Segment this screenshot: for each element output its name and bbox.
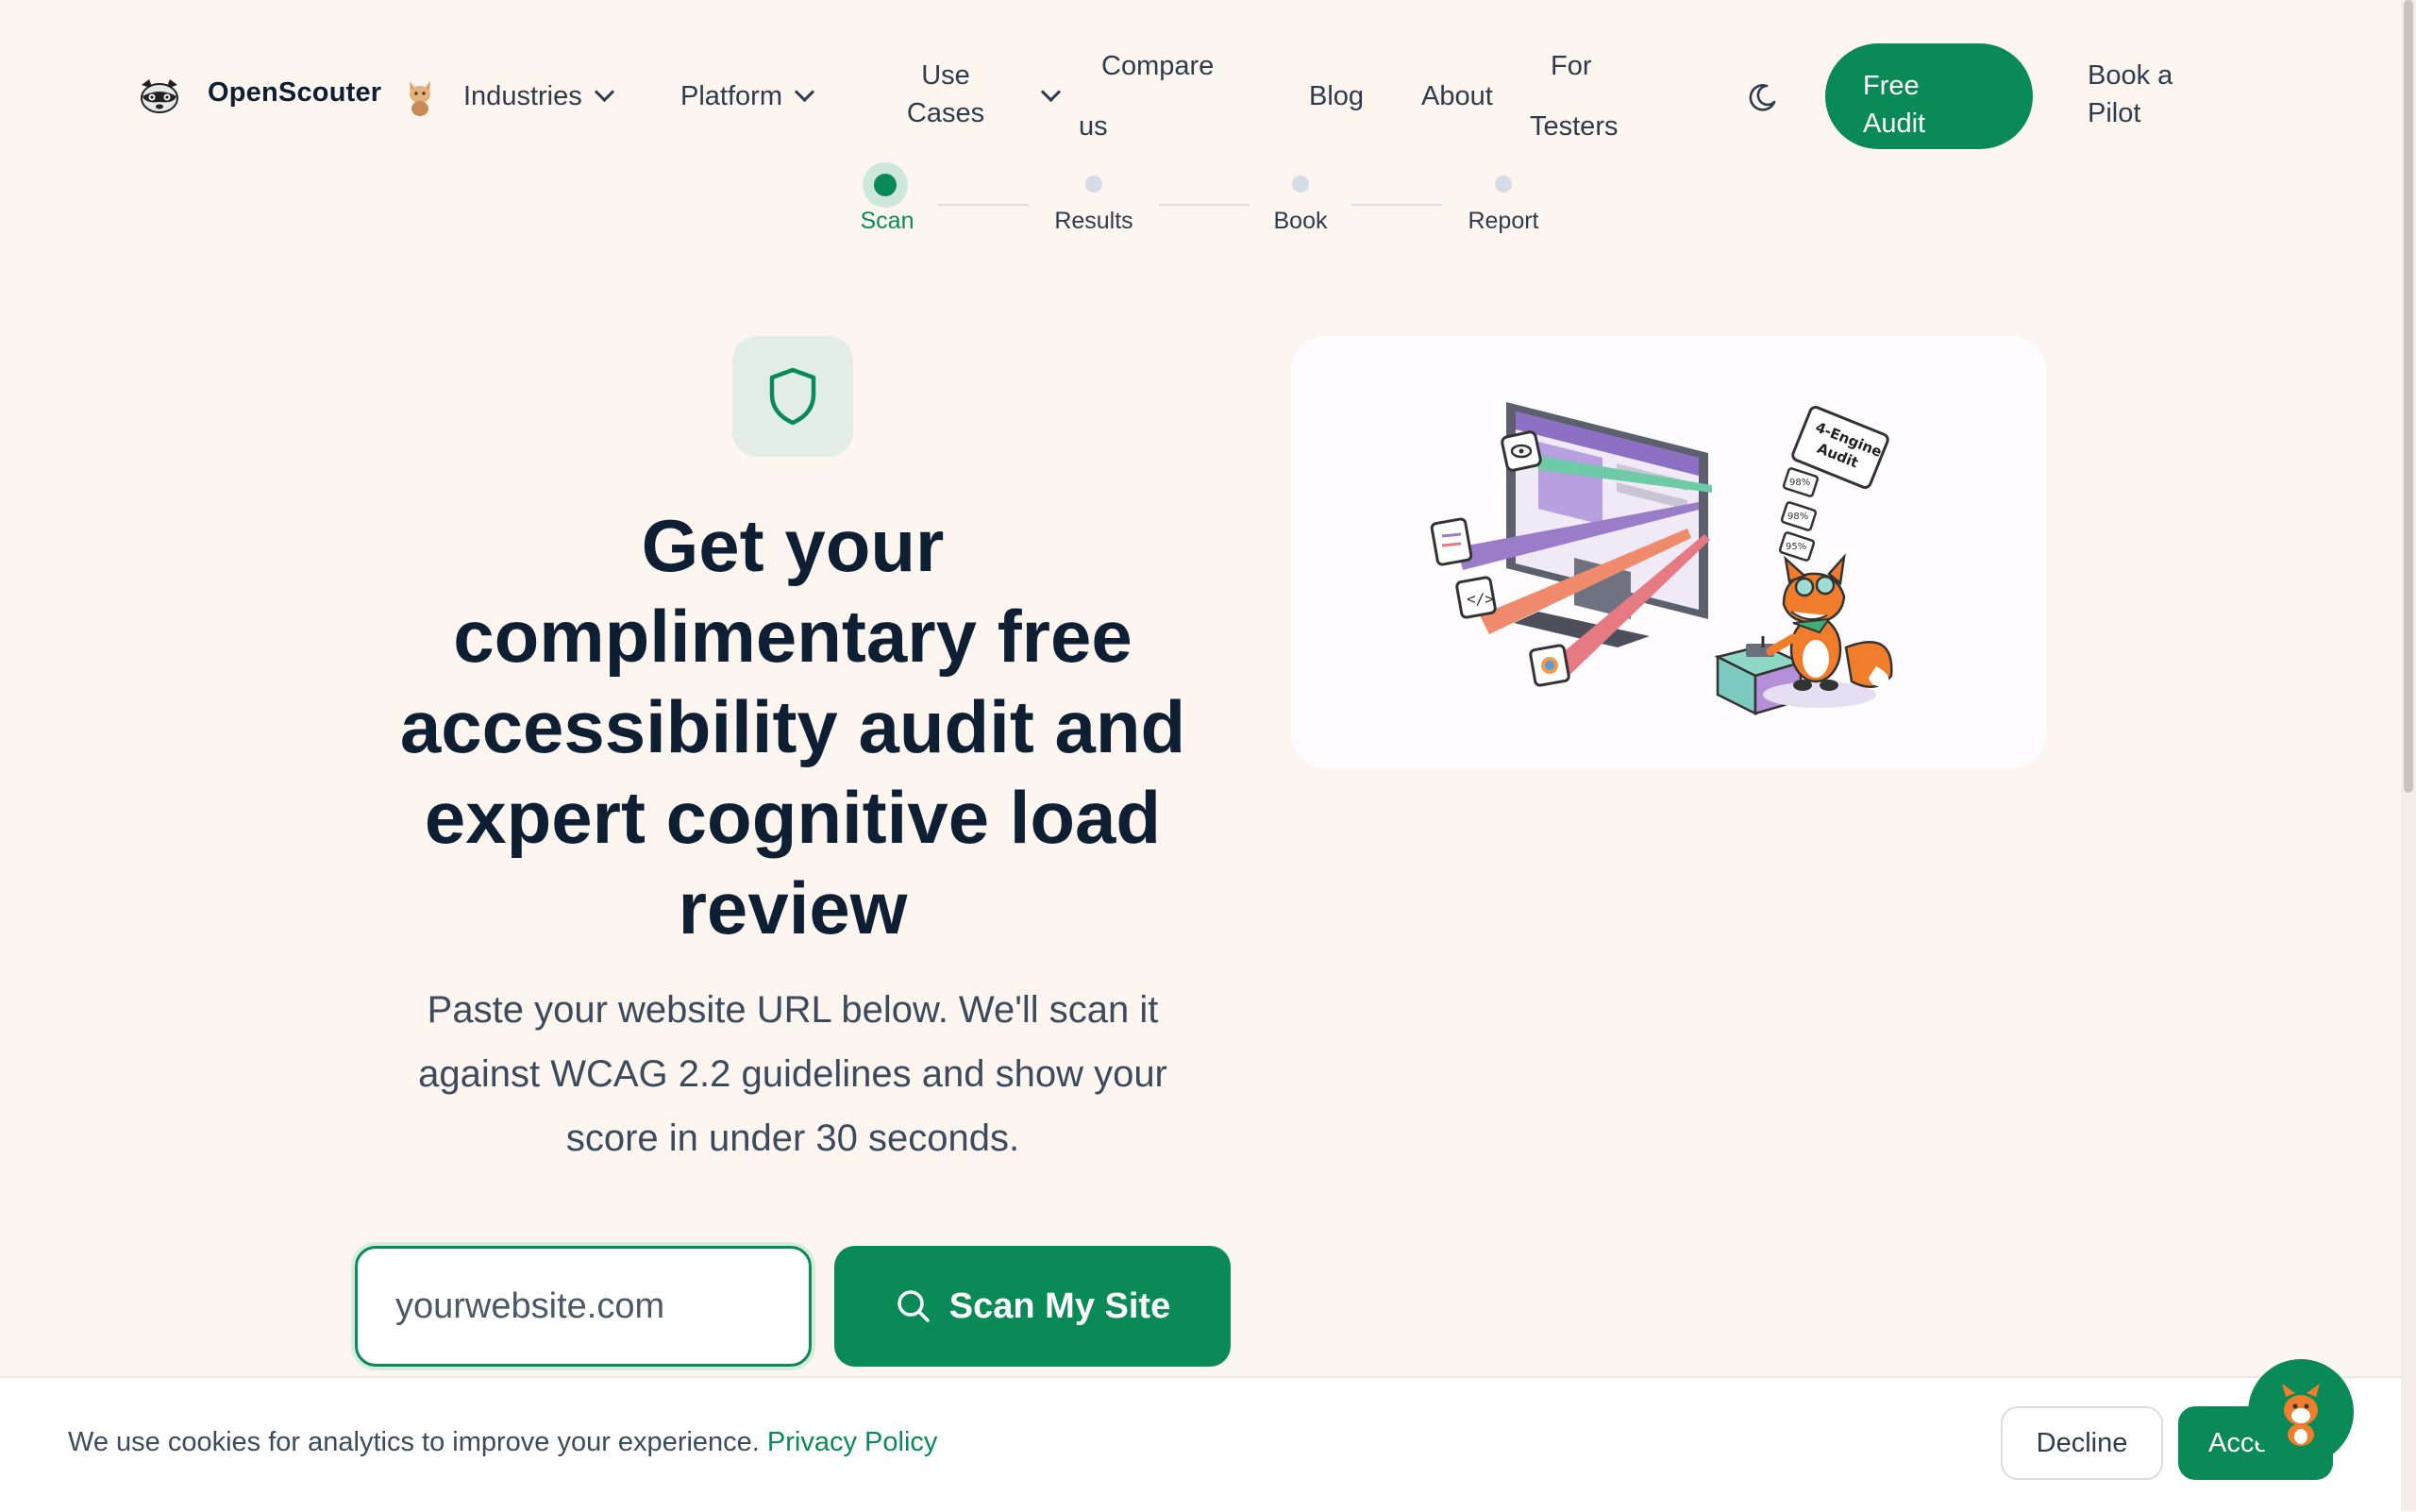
hero-subtitle-line: score in under 30 seconds. (565, 1117, 1020, 1159)
hero-title-line: expert cognitive load (424, 776, 1162, 859)
free-audit-line2: Audit (1863, 109, 1926, 139)
step-report-dot (1495, 176, 1512, 193)
nav-industries-label: Industries (463, 81, 582, 111)
book-pilot-line1: Book a (2088, 60, 2173, 91)
code-icon: </> (1455, 576, 1497, 619)
privacy-policy-link[interactable]: Privacy Policy (767, 1427, 938, 1457)
hero-title-line: Get your (641, 504, 945, 587)
scrollbar-thumb[interactable] (2404, 0, 2413, 793)
book-pilot-line2: Pilot (2088, 98, 2141, 128)
nav-platform[interactable]: Platform (680, 77, 815, 115)
nav-use-cases[interactable]: Use Cases (887, 57, 1004, 132)
cookie-text: We use cookies for analytics to improve … (68, 1427, 760, 1457)
hero-title-line: complimentary free (453, 595, 1132, 678)
nav-about[interactable]: About (1421, 77, 1493, 115)
hero-title-line: review (678, 866, 908, 949)
svg-text:98%: 98% (1789, 478, 1810, 488)
hero-title-line: accessibility audit and (399, 685, 1186, 768)
brand-name[interactable]: OpenScouter (208, 77, 381, 109)
nav-compare-us[interactable]: us (1079, 108, 1108, 145)
step-scan-dot (874, 174, 897, 196)
svg-text:</>: </> (1467, 590, 1494, 608)
nav-for-testers-line2[interactable]: Testers (1530, 108, 1618, 145)
eye-icon (1501, 430, 1542, 472)
fox-avatar-icon (2282, 1384, 2320, 1446)
mascot-icon (410, 81, 430, 116)
step-connector (938, 204, 1029, 206)
step-results-label: Results (1054, 208, 1133, 234)
svg-text:98%: 98% (1787, 512, 1808, 522)
chevron-down-icon[interactable] (1040, 81, 1062, 103)
chevron-down-icon (594, 81, 614, 103)
nav-platform-label: Platform (680, 81, 782, 111)
dark-mode-moon-icon[interactable] (1746, 81, 1778, 113)
color-wheel-icon (1529, 644, 1570, 687)
raccoon-logo-icon[interactable] (138, 76, 181, 119)
hero-subtitle-line: against WCAG 2.2 guidelines and show you… (418, 1053, 1167, 1095)
decline-cookies-button[interactable]: Decline (2001, 1406, 2163, 1480)
step-report-label: Report (1468, 208, 1539, 234)
hero-title: Get your complimentary free accessibilit… (359, 500, 1227, 953)
chevron-down-icon (794, 81, 815, 103)
document-icon (1430, 517, 1473, 566)
hero-subtitle: Paste your website URL below. We'll scan… (359, 978, 1227, 1170)
free-audit-button[interactable]: Free Audit (1825, 43, 2033, 149)
svg-text:95%: 95% (1786, 542, 1806, 552)
cookie-message: We use cookies for analytics to improve … (68, 1427, 937, 1458)
scan-button-label: Scan My Site (948, 1285, 1171, 1326)
nav-for-testers[interactable]: For (1551, 47, 1592, 85)
nav-blog[interactable]: Blog (1309, 77, 1364, 115)
audit-illustration: </> 98% 95% 98% 4-Engine Audit (1430, 402, 1893, 716)
score-chip: 98% (1780, 501, 1818, 531)
step-connector (1351, 204, 1442, 206)
chat-widget-button[interactable] (2248, 1359, 2354, 1465)
step-book-label: Book (1273, 208, 1328, 234)
free-audit-line1: Free (1863, 71, 1920, 101)
hero-subtitle-line: Paste your website URL below. We'll scan… (427, 989, 1159, 1031)
hero-illustration-card: </> 98% 95% 98% 4-Engine Audit (1291, 336, 2046, 768)
book-pilot-link[interactable]: Book a Pilot (2088, 57, 2201, 132)
step-book-dot (1292, 176, 1309, 193)
step-results-dot (1085, 176, 1102, 193)
step-connector (1159, 204, 1250, 206)
nav-use-cases-line1: Use (921, 60, 970, 91)
fox-mascot (1763, 553, 1893, 708)
search-icon (898, 1290, 930, 1322)
scan-my-site-button[interactable]: Scan My Site (834, 1246, 1231, 1367)
url-input[interactable] (355, 1246, 812, 1367)
shield-icon (769, 367, 816, 426)
nav-compare[interactable]: Compare (1101, 47, 1214, 85)
step-scan-label: Scan (860, 208, 914, 234)
nav-industries[interactable]: Industries (463, 77, 614, 115)
nav-use-cases-line2: Cases (906, 98, 985, 128)
score-chip: 98% (1782, 467, 1820, 497)
